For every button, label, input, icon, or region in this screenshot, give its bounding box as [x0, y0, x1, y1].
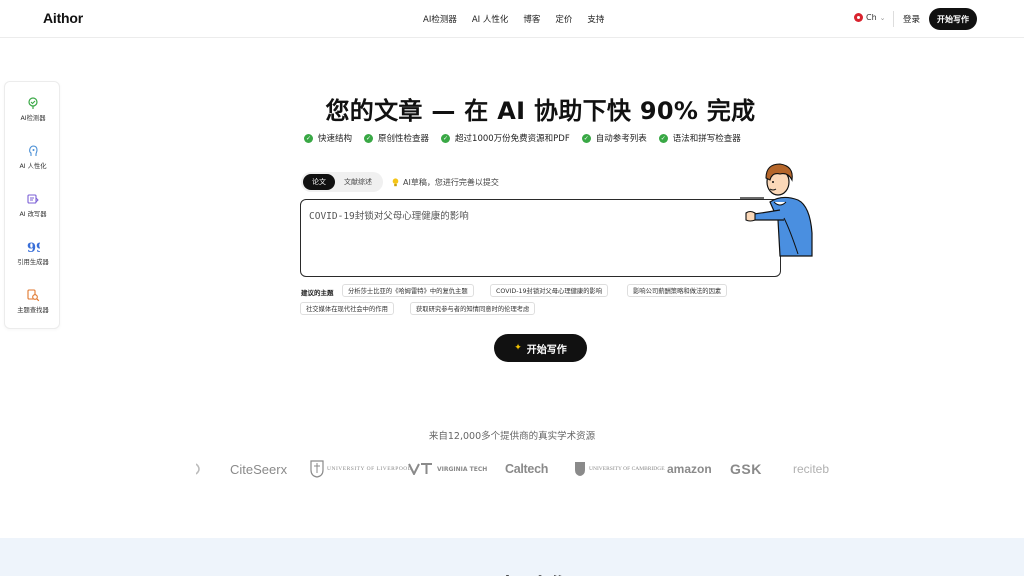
language-selector[interactable]: Ch ⌄	[854, 13, 886, 22]
topic-finder-icon	[27, 289, 40, 302]
sidebar-item-quote-generator[interactable]: 99 引用生成器	[5, 240, 61, 266]
topic-chip[interactable]: 获取研究参与者的知情同意时的伦理考虑	[410, 302, 536, 315]
feature-label: 超过1000万份免费资源和PDF	[455, 134, 570, 144]
hero-title: 您的文章 — 在 AI 协助下快 90% 完成	[325, 97, 756, 125]
login-link[interactable]: 登录	[903, 13, 920, 25]
feature-item: ✓ 语法和拼写检查器	[658, 132, 741, 144]
feature-label: 快速结构	[318, 134, 353, 144]
topic-chip[interactable]: 影响公司薪酬策略和做法的因素	[627, 284, 728, 297]
feature-item: ✓ 超过1000万份免费资源和PDF	[441, 132, 570, 144]
flag-icon	[854, 13, 863, 22]
check-icon: ✓	[304, 133, 313, 143]
start-writing-label: 开始写作	[526, 344, 567, 356]
logo-text: Caltech	[505, 462, 549, 476]
check-icon: ✓	[658, 133, 668, 143]
rewriter-icon	[27, 194, 39, 204]
logo-text: VIRGINIA TECH	[437, 465, 488, 473]
sidebar-item-rewriter[interactable]: AI 改写器	[5, 192, 61, 218]
character-illustration	[740, 163, 813, 257]
start-writing-header-button[interactable]: 开始写作	[929, 8, 977, 30]
nav-support[interactable]: 支持	[587, 13, 604, 25]
feature-list: ✓ 快速结构 ✓ 原创性检查器 ✓ 超过1000万份免费资源和PDF ✓ 自动参考列表 …	[304, 132, 753, 144]
feature-label: 自动参考列表	[595, 134, 647, 144]
sidebar-item-humanizer[interactable]: AI 人性化	[5, 144, 61, 170]
hint-text: AI草稿，您进行完善以提交	[403, 178, 499, 187]
main-nav: AI检测器 AI 人性化 博客 定价 支持	[423, 13, 619, 25]
divider	[893, 11, 894, 27]
logo-text: UNIVERSITY OF LIVERPOOL	[327, 465, 412, 472]
sidebar-item-label: 主题查找器	[17, 307, 49, 314]
logo-gsk: GSK	[730, 455, 762, 483]
suggested-topics-label: 建议的主题	[301, 289, 334, 297]
top-header: Aithor AI检测器 AI 人性化 博客 定价 支持 Ch ⌄ 登录 开始写…	[0, 0, 1024, 38]
quote-icon: 99	[27, 241, 40, 254]
logo-amazon: amazon	[667, 455, 712, 483]
logo-text: CiteSeerx	[230, 461, 288, 477]
features-section: 可以帮助您	[0, 538, 1024, 576]
nav-blog[interactable]: 博客	[523, 13, 540, 25]
partner-logos: CiteSeerx UNIVERSITY OF LIVERPOOL VIRGIN…	[196, 455, 830, 483]
check-icon: ✓	[441, 133, 451, 143]
sidebar-item-label: 引用生成器	[17, 259, 49, 266]
logo-caltech: Caltech	[505, 455, 548, 483]
crest-icon	[310, 460, 324, 478]
check-icon: ✓	[581, 133, 591, 143]
humanizer-icon	[29, 145, 38, 156]
logo-text: UNIVERSITY OF CAMBRIDGE	[589, 465, 665, 472]
start-writing-button[interactable]: ✦ 开始写作	[494, 334, 587, 362]
language-label: Ch	[866, 13, 877, 22]
tab-essay[interactable]: 论文	[303, 174, 335, 190]
chevron-down-icon: ⌄	[879, 13, 886, 22]
partial-logo-icon	[196, 455, 204, 483]
vt-mark-icon	[408, 463, 432, 475]
feature-item: ✓ 自动参考列表	[581, 132, 647, 144]
tab-literature-review[interactable]: 文献综述	[337, 174, 379, 190]
feature-item: ✓ 原创性检查器	[364, 132, 429, 144]
sidebar-item-label: AI 改写器	[19, 211, 47, 218]
sidebar-item-label: AI 人性化	[19, 163, 47, 170]
sidebar-item-topic-finder[interactable]: 主题查找器	[5, 288, 61, 314]
logo-text: reciteb	[793, 462, 830, 476]
nav-ai-humanizer[interactable]: AI 人性化	[472, 13, 509, 25]
svg-text:99: 99	[27, 241, 40, 254]
lightbulb-icon	[392, 178, 399, 187]
logo-text: GSK	[730, 461, 762, 477]
check-icon: ✓	[364, 133, 374, 143]
section-title: 可以帮助您	[0, 568, 1024, 576]
logo-liverpool: UNIVERSITY OF LIVERPOOL	[310, 455, 412, 483]
topic-chip[interactable]: 社交媒体在现代社会中的作用	[300, 302, 394, 315]
logo-cambridge: UNIVERSITY OF CAMBRIDGE	[574, 455, 665, 483]
feature-label: 原创性检查器	[378, 134, 430, 144]
logo-virginia-tech: VIRGINIA TECH	[408, 455, 488, 483]
sparkle-icon: ✦	[514, 343, 522, 353]
topic-chip[interactable]: COVID-19封锁对父母心理健康的影响	[490, 284, 609, 297]
feature-label: 语法和拼写检查器	[672, 134, 741, 144]
logo-citeseer: CiteSeerx	[230, 455, 287, 483]
logo[interactable]: Aithor	[43, 10, 83, 26]
document-type-tabs: 论文 文献综述	[301, 172, 383, 192]
shield-icon	[575, 462, 585, 476]
ai-draft-hint: AI草稿，您进行完善以提交	[392, 177, 499, 188]
topic-chip[interactable]: 分析莎士比亚的《哈姆雷特》中的复仇主题	[342, 284, 474, 297]
feature-item: ✓ 快速结构	[304, 132, 352, 144]
essay-topic-input[interactable]	[309, 208, 769, 268]
sources-title: 来自12,000多个提供商的真实学术资源	[428, 431, 596, 442]
logo-partial: reciteb	[793, 455, 829, 483]
essay-topic-box	[300, 199, 781, 277]
logo-text: amazon	[667, 462, 712, 476]
nav-ai-detector[interactable]: AI检测器	[423, 13, 457, 25]
nav-pricing[interactable]: 定价	[555, 13, 572, 25]
